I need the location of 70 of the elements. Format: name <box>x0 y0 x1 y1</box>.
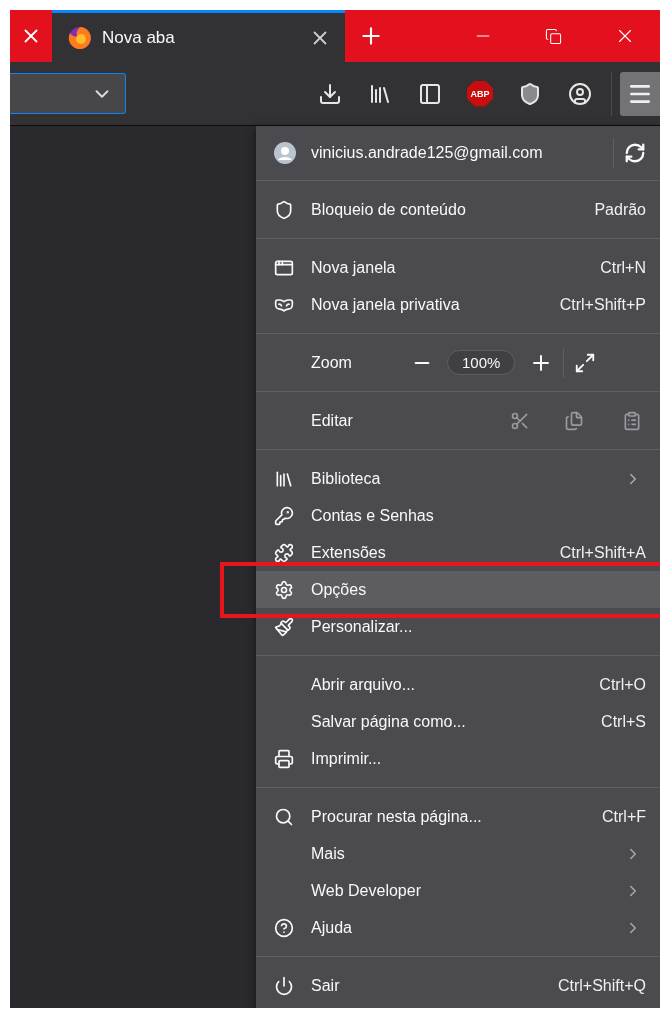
menu-item-label: Extensões <box>311 543 387 562</box>
menu-item-label: Nova janela <box>311 258 397 277</box>
menu-item-label: Imprimir... <box>311 749 383 768</box>
menu-item[interactable]: Ajuda <box>256 909 660 946</box>
menu-item[interactable]: Biblioteca <box>256 460 660 497</box>
browser-tab[interactable]: Nova aba <box>52 10 345 62</box>
menu-item[interactable]: Nova janela Ctrl+N <box>256 249 660 286</box>
shield-icon[interactable] <box>518 81 542 106</box>
menu-item[interactable]: Bloqueio de conteúdo Padrão <box>256 191 660 228</box>
menu-item-label: Bloqueio de conteúdo <box>311 200 467 219</box>
menu-item[interactable]: Nova janela privativa Ctrl+Shift+P <box>256 286 660 323</box>
power-icon <box>274 975 294 996</box>
menu-item-label: Contas e Senhas <box>311 506 435 525</box>
menu-item-label: Procurar nesta página... <box>311 807 483 826</box>
menu-item[interactable]: Mais <box>256 835 660 872</box>
zoom-label: Zoom <box>311 353 353 372</box>
menu-item-label: Salvar página como... <box>311 712 467 731</box>
menu-item-label: Personalizar... <box>311 617 414 636</box>
menu-item[interactable]: Opções <box>256 571 660 608</box>
menu-item-label: Sair <box>311 976 341 995</box>
copy-icon[interactable] <box>564 410 584 431</box>
shortcut-text: Ctrl+Shift+Q <box>557 976 646 995</box>
shortcut-text: Ctrl+Shift+A <box>559 543 646 562</box>
menu-item-label: Mais <box>311 844 346 863</box>
url-dropdown[interactable] <box>10 73 126 114</box>
shortcut-text: Ctrl+S <box>601 712 646 731</box>
search-icon <box>274 806 294 827</box>
shortcut-text: Ctrl+O <box>599 675 646 694</box>
shortcut-text: Ctrl+Shift+P <box>559 295 646 314</box>
menu-item[interactable]: Personalizar... <box>256 608 660 645</box>
download-icon[interactable] <box>318 81 342 106</box>
menu-item[interactable]: Sair Ctrl+Shift+Q <box>256 967 660 1004</box>
paste-icon[interactable] <box>622 410 642 431</box>
avatar-icon <box>274 141 296 164</box>
menu-item-label: Web Developer <box>311 881 422 900</box>
account-email: vinicius.andrade125@gmail.com <box>311 143 544 162</box>
zoom-value[interactable]: 100% <box>447 350 516 375</box>
key-icon <box>274 505 294 526</box>
menu-item-label: Abrir arquivo... <box>311 675 417 694</box>
menu-item-label: Opções <box>311 580 368 599</box>
shortcut-text: Ctrl+N <box>600 258 646 277</box>
browser-logo-icon <box>68 25 92 50</box>
edit-label: Editar <box>311 411 354 430</box>
menu-item[interactable]: Procurar nesta página... Ctrl+F <box>256 798 660 835</box>
menu-item-label: Biblioteca <box>311 469 382 488</box>
fullscreen-icon[interactable] <box>574 351 597 374</box>
tab-title: Nova aba <box>102 27 176 48</box>
brush-icon <box>274 616 294 637</box>
menu-item[interactable]: Imprimir... <box>256 740 660 777</box>
sidebar-icon[interactable] <box>418 81 442 106</box>
menu-item[interactable]: Extensões Ctrl+Shift+A <box>256 534 660 571</box>
printer-icon <box>274 748 294 769</box>
account-icon[interactable] <box>568 81 592 106</box>
menu-button[interactable] <box>620 71 660 116</box>
menu-item[interactable]: Contas e Senhas <box>256 497 660 534</box>
sync-icon[interactable] <box>624 141 646 164</box>
puzzle-icon <box>274 542 294 563</box>
shortcut-text: Padrão <box>594 200 646 219</box>
menu-item[interactable]: Salvar página como... Ctrl+S <box>256 703 660 740</box>
menu-item-label: Ajuda <box>311 918 353 937</box>
shield-icon <box>274 199 294 220</box>
ad-block-badge[interactable]: ABP <box>467 80 493 107</box>
help-icon <box>274 917 294 938</box>
menu-item[interactable]: Web Developer <box>256 872 660 909</box>
restore-icon[interactable] <box>545 27 562 45</box>
menu-item-label: Nova janela privativa <box>311 295 461 314</box>
account-row[interactable]: vinicius.andrade125@gmail.com <box>256 134 660 171</box>
menu-item[interactable]: Abrir arquivo... Ctrl+O <box>256 666 660 703</box>
gear-icon <box>274 579 294 600</box>
shortcut-text: Ctrl+F <box>602 807 646 826</box>
